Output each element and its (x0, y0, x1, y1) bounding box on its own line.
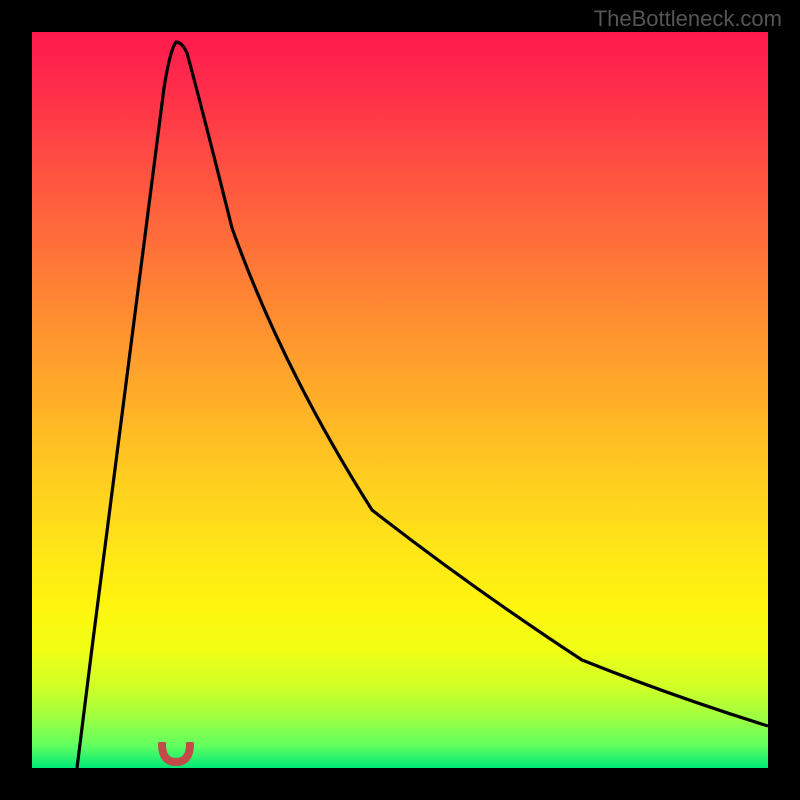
bottleneck-marker (158, 742, 194, 766)
plot-area (32, 32, 768, 768)
curve-layer (32, 32, 768, 768)
bottleneck-curve (77, 42, 768, 768)
watermark-text: TheBottleneck.com (594, 6, 782, 32)
marker-u-shape (162, 744, 190, 762)
